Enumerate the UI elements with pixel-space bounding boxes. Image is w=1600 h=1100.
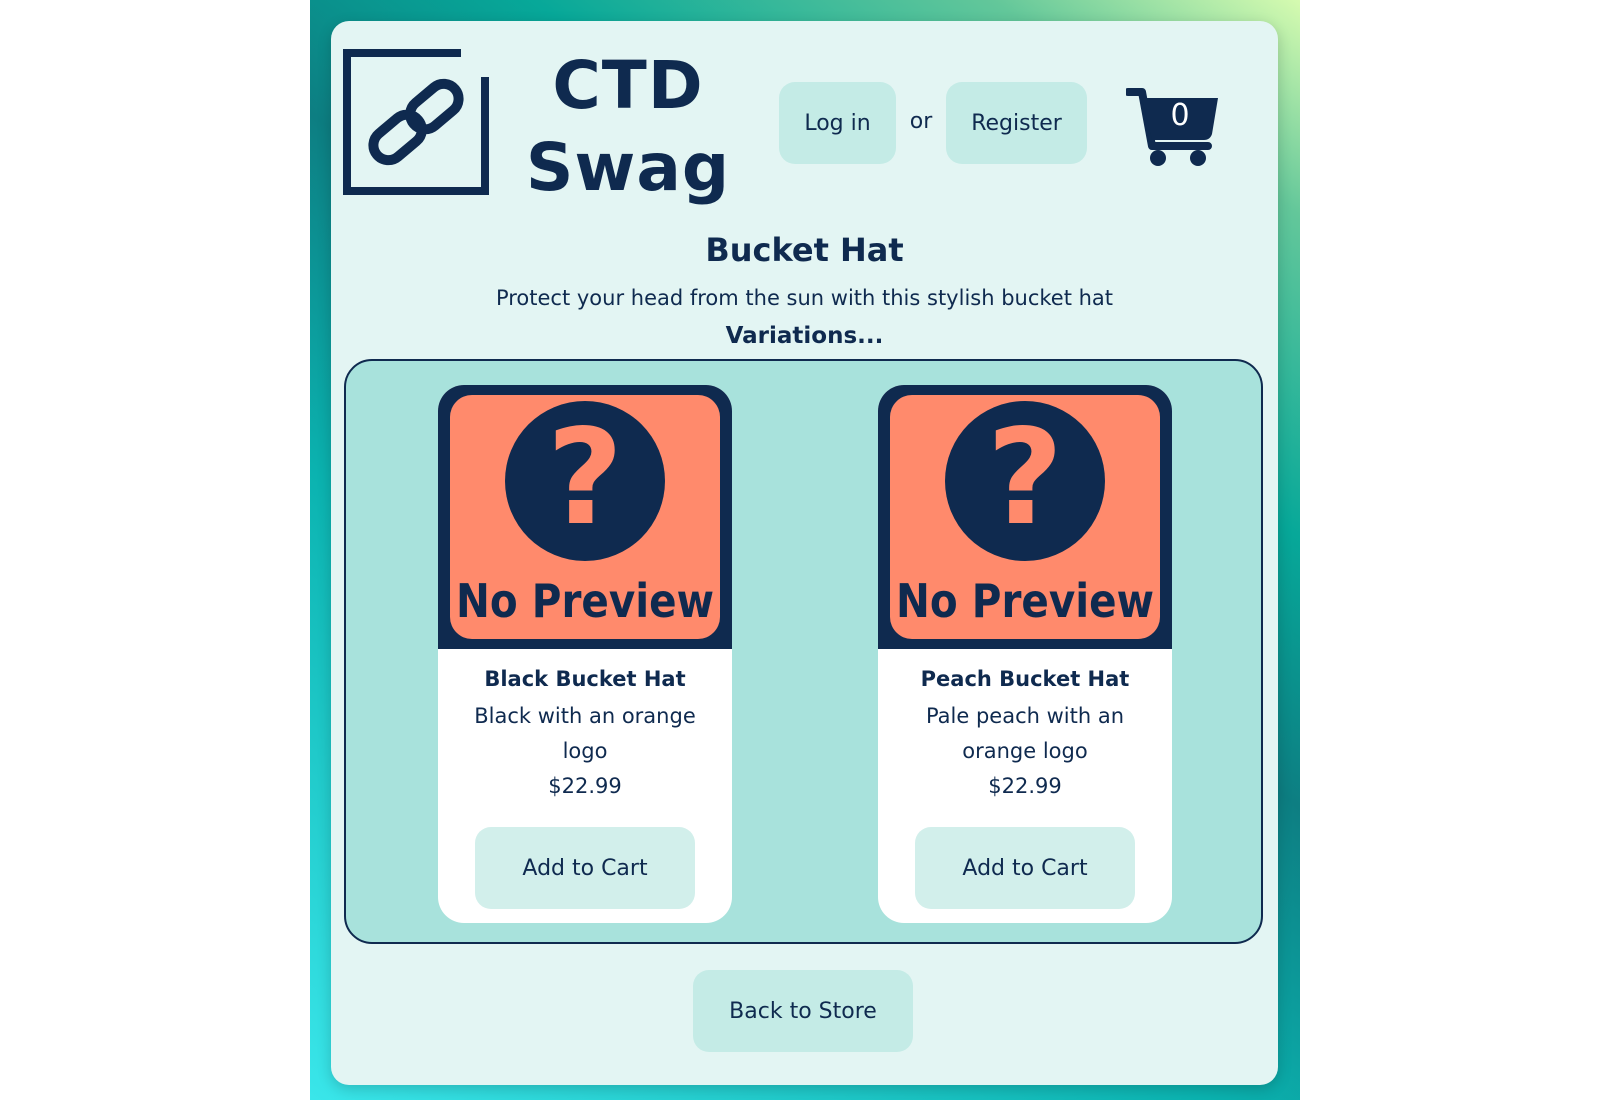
or-separator: or <box>909 109 933 134</box>
cart-count: 0 <box>1170 98 1190 133</box>
variant-price: $22.99 <box>988 774 1062 798</box>
brand-line-2: Swag <box>525 129 731 206</box>
add-to-cart-button[interactable]: Add to Cart <box>915 827 1135 909</box>
brand-title: CTD Swag <box>523 45 733 209</box>
svg-text:?: ? <box>547 401 624 555</box>
variant-name: Black Bucket Hat <box>484 667 686 691</box>
brand-line-1: CTD <box>552 47 704 124</box>
product-description: Protect your head from the sun with this… <box>495 286 1114 310</box>
store-card: CTD Swag Log in or Register 0 Bucket Hat… <box>331 21 1278 1085</box>
variant-card: ? No Preview Black Bucket Hat Black with… <box>438 385 732 923</box>
variant-price: $22.99 <box>548 774 622 798</box>
variant-description: Pale peach with an orange logo <box>925 704 1125 763</box>
variant-card: ? No Preview Peach Bucket Hat Pale peach… <box>878 385 1172 923</box>
variations-heading: Variations... <box>725 323 884 349</box>
svg-text:?: ? <box>987 401 1064 555</box>
no-preview-text: No Preview <box>456 574 714 628</box>
cart-button[interactable]: 0 <box>1124 84 1222 170</box>
variations-panel: ? No Preview Black Bucket Hat Black with… <box>344 359 1263 944</box>
variant-name: Peach Bucket Hat <box>920 667 1130 691</box>
add-to-cart-button[interactable]: Add to Cart <box>475 827 695 909</box>
back-to-store-button[interactable]: Back to Store <box>693 970 913 1052</box>
product-title: Bucket Hat <box>705 231 904 269</box>
register-button[interactable]: Register <box>946 82 1087 164</box>
login-button[interactable]: Log in <box>779 82 896 164</box>
no-preview-image: ? No Preview <box>438 385 732 649</box>
variant-description: Black with an orange logo <box>474 704 696 763</box>
no-preview-image: ? No Preview <box>878 385 1172 649</box>
link-icon <box>343 49 489 195</box>
no-preview-text: No Preview <box>896 574 1154 628</box>
